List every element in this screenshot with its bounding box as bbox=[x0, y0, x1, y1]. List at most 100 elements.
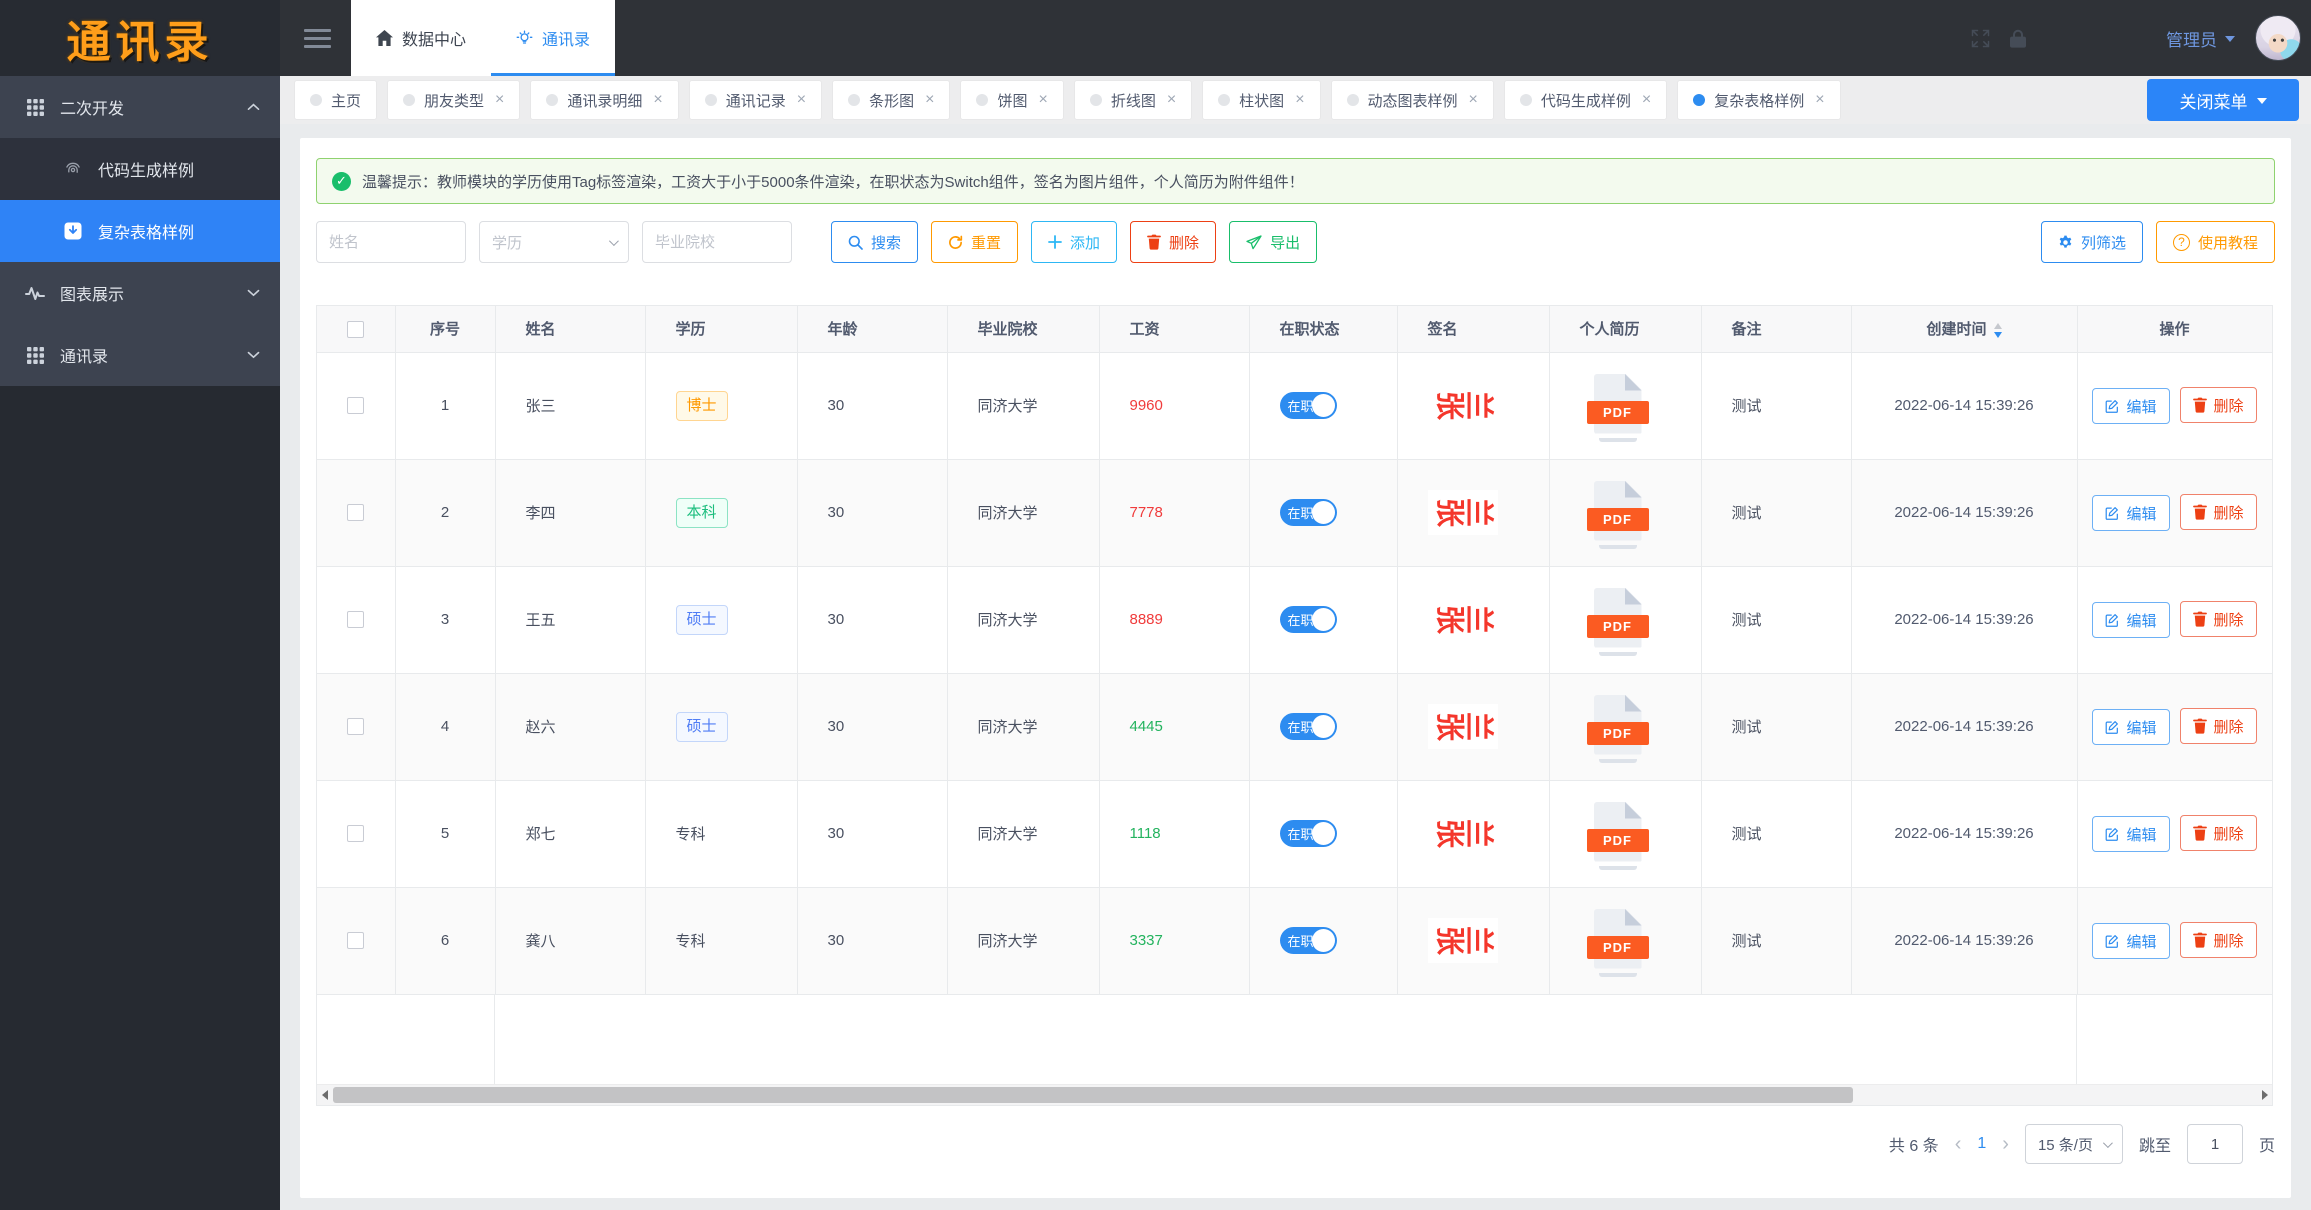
tab-item-2[interactable]: 通讯录明细× bbox=[530, 80, 678, 120]
sidebar-group-0[interactable]: 二次开发 bbox=[0, 76, 280, 138]
hamburger-menu-icon[interactable] bbox=[304, 24, 331, 53]
sort-asc-icon[interactable] bbox=[1994, 323, 2002, 329]
prev-page-button[interactable]: ‹ bbox=[1955, 1133, 1962, 1156]
delete-button[interactable]: 删除 bbox=[2180, 494, 2257, 530]
column-filter-button[interactable]: 列筛选 bbox=[2041, 221, 2143, 263]
status-switch[interactable]: 在职 bbox=[1280, 713, 1337, 740]
close-icon[interactable]: × bbox=[797, 92, 806, 108]
close-icon[interactable]: × bbox=[495, 92, 504, 108]
table-row-5: 5郑七专科30同济大学1118在职张兰PDF测试2022-06-14 15:39… bbox=[317, 780, 2272, 887]
delete-label: 删除 bbox=[2214, 502, 2244, 523]
status-switch[interactable]: 在职 bbox=[1280, 499, 1337, 526]
close-icon[interactable]: × bbox=[925, 92, 934, 108]
tab-item-4[interactable]: 条形图× bbox=[832, 80, 950, 120]
current-page[interactable]: 1 bbox=[1977, 1135, 1986, 1153]
edit-button[interactable]: 编辑 bbox=[2092, 388, 2169, 424]
status-switch[interactable]: 在职 bbox=[1280, 392, 1337, 419]
sidebar-item-0-1[interactable]: 复杂表格样例 bbox=[0, 200, 280, 262]
pdf-attachment-icon[interactable]: PDF bbox=[1580, 909, 1642, 973]
delete-button[interactable]: 删除 bbox=[2180, 708, 2257, 744]
row-checkbox[interactable] bbox=[347, 932, 364, 949]
school-input[interactable] bbox=[642, 221, 792, 263]
tab-item-5[interactable]: 饼图× bbox=[960, 80, 1063, 120]
pdf-attachment-icon[interactable]: PDF bbox=[1580, 695, 1642, 759]
select-all-checkbox[interactable] bbox=[347, 321, 364, 338]
delete-button[interactable]: 删除 bbox=[2180, 601, 2257, 637]
row-checkbox[interactable] bbox=[347, 611, 364, 628]
search-button[interactable]: 搜索 bbox=[831, 221, 918, 263]
delete-button[interactable]: 删除 bbox=[2180, 815, 2257, 851]
tutorial-button[interactable]: ?使用教程 bbox=[2156, 221, 2275, 263]
signature-image[interactable]: 张兰 bbox=[1428, 811, 1498, 856]
tab-item-8[interactable]: 动态图表样例× bbox=[1331, 80, 1494, 120]
tab-dot bbox=[310, 94, 322, 106]
avatar[interactable] bbox=[2255, 15, 2301, 61]
row-checkbox[interactable] bbox=[347, 718, 364, 735]
sidebar-group-1[interactable]: 图表展示 bbox=[0, 262, 280, 324]
horizontal-scrollbar[interactable] bbox=[317, 1084, 2272, 1105]
signature-image[interactable]: 张兰 bbox=[1428, 490, 1498, 535]
edit-button[interactable]: 编辑 bbox=[2092, 923, 2169, 959]
pdf-attachment-icon[interactable]: PDF bbox=[1580, 374, 1642, 438]
sidebar-item-0-0[interactable]: 代码生成样例 bbox=[0, 138, 280, 200]
close-icon[interactable]: × bbox=[653, 92, 662, 108]
status-switch[interactable]: 在职 bbox=[1280, 606, 1337, 633]
pdf-attachment-icon[interactable]: PDF bbox=[1580, 588, 1642, 652]
status-label: 在职 bbox=[1288, 931, 1314, 950]
top-nav-item-1[interactable]: 通讯录 bbox=[491, 0, 615, 76]
scroll-right-arrow[interactable] bbox=[2257, 1085, 2272, 1105]
sort-icons[interactable] bbox=[1994, 323, 2002, 338]
page-size-select[interactable]: 15 条/页 bbox=[2025, 1124, 2123, 1164]
edit-button[interactable]: 编辑 bbox=[2092, 816, 2169, 852]
user-menu[interactable]: 管理员 bbox=[2166, 26, 2235, 51]
edit-button[interactable]: 编辑 bbox=[2092, 602, 2169, 638]
edit-button[interactable]: 编辑 bbox=[2092, 495, 2169, 531]
signature-image[interactable]: 张兰 bbox=[1428, 918, 1498, 963]
delete-button[interactable]: 删除 bbox=[1130, 221, 1216, 263]
scrollbar-thumb[interactable] bbox=[333, 1087, 1853, 1103]
signature-image[interactable]: 张兰 bbox=[1428, 704, 1498, 749]
tab-item-7[interactable]: 柱状图× bbox=[1202, 80, 1320, 120]
sort-desc-icon[interactable] bbox=[1994, 332, 2002, 338]
add-button[interactable]: 添加 bbox=[1031, 221, 1117, 263]
tab-item-6[interactable]: 折线图× bbox=[1074, 80, 1192, 120]
name-text: 李四 bbox=[526, 505, 556, 522]
signature-image[interactable]: 张兰 bbox=[1428, 597, 1498, 642]
close-icon[interactable]: × bbox=[1295, 92, 1304, 108]
close-icon[interactable]: × bbox=[1038, 92, 1047, 108]
scroll-left-arrow[interactable] bbox=[317, 1085, 332, 1105]
name-input[interactable] bbox=[316, 221, 466, 263]
next-page-button[interactable]: › bbox=[2002, 1133, 2009, 1156]
reset-button[interactable]: 重置 bbox=[931, 221, 1018, 263]
page-jump-input[interactable] bbox=[2187, 1124, 2243, 1164]
tab-item-9[interactable]: 代码生成样例× bbox=[1504, 80, 1667, 120]
signature-image[interactable]: 张兰 bbox=[1428, 383, 1498, 428]
tab-item-0[interactable]: 主页 bbox=[294, 80, 377, 120]
close-icon[interactable]: × bbox=[1815, 92, 1824, 108]
row-checkbox[interactable] bbox=[347, 397, 364, 414]
education-select[interactable]: 学历 bbox=[479, 221, 629, 263]
tab-item-10[interactable]: 复杂表格样例× bbox=[1677, 80, 1840, 120]
edit-button[interactable]: 编辑 bbox=[2092, 709, 2169, 745]
pdf-attachment-icon[interactable]: PDF bbox=[1580, 802, 1642, 866]
lock-icon[interactable] bbox=[2010, 29, 2026, 48]
row-checkbox[interactable] bbox=[347, 504, 364, 521]
status-switch[interactable]: 在职 bbox=[1280, 820, 1337, 847]
export-button[interactable]: 导出 bbox=[1229, 221, 1317, 263]
send-icon bbox=[1246, 235, 1262, 250]
status-switch[interactable]: 在职 bbox=[1280, 927, 1337, 954]
close-icon[interactable]: × bbox=[1642, 92, 1651, 108]
remark-text: 测试 bbox=[1732, 826, 1762, 843]
close-icon[interactable]: × bbox=[1167, 92, 1176, 108]
top-nav-item-0[interactable]: 数据中心 bbox=[351, 0, 491, 76]
tab-item-3[interactable]: 通讯记录× bbox=[689, 80, 822, 120]
row-checkbox[interactable] bbox=[347, 825, 364, 842]
tab-item-1[interactable]: 朋友类型× bbox=[387, 80, 520, 120]
sidebar-group-2[interactable]: 通讯录 bbox=[0, 324, 280, 386]
close-icon[interactable]: × bbox=[1469, 92, 1478, 108]
delete-button[interactable]: 删除 bbox=[2180, 387, 2257, 423]
delete-button[interactable]: 删除 bbox=[2180, 922, 2257, 958]
close-menu-button[interactable]: 关闭菜单 bbox=[2147, 79, 2299, 121]
fullscreen-icon[interactable] bbox=[1971, 29, 1990, 48]
pdf-attachment-icon[interactable]: PDF bbox=[1580, 481, 1642, 545]
